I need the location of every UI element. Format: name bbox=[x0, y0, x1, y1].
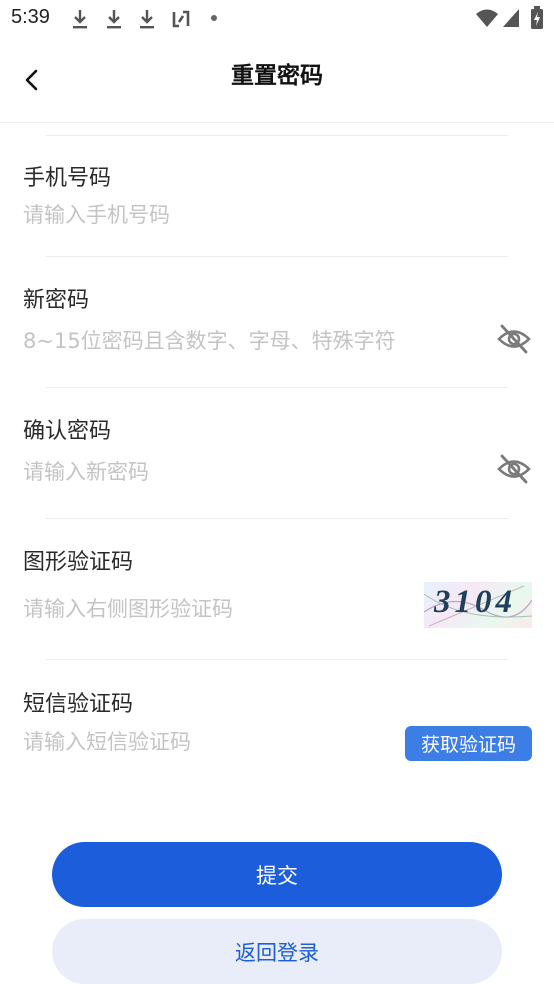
back-to-login-button[interactable]: 返回登录 bbox=[52, 919, 502, 984]
divider bbox=[46, 256, 508, 257]
download-icon bbox=[73, 10, 87, 29]
submit-button[interactable]: 提交 bbox=[52, 842, 502, 907]
phone-input[interactable] bbox=[23, 198, 463, 232]
sync-icon bbox=[172, 10, 190, 28]
eye-off-icon bbox=[497, 324, 531, 354]
confirm-password-visibility-toggle[interactable] bbox=[496, 451, 532, 487]
captcha-label: 图形验证码 bbox=[23, 550, 134, 575]
sms-code-input[interactable] bbox=[23, 725, 393, 759]
wifi-icon bbox=[476, 9, 498, 27]
download-icon bbox=[107, 10, 121, 29]
phone-label: 手机号码 bbox=[23, 166, 112, 191]
download-icon bbox=[140, 10, 154, 29]
new-password-input[interactable] bbox=[23, 324, 483, 358]
battery-charging-icon bbox=[531, 6, 543, 29]
divider bbox=[46, 135, 508, 136]
status-time: 5:39 bbox=[11, 6, 50, 28]
header: 重置密码 bbox=[0, 38, 554, 123]
divider bbox=[46, 518, 508, 519]
signal-icon bbox=[503, 9, 519, 27]
status-bar: 5:39 bbox=[0, 0, 554, 38]
eye-off-icon bbox=[497, 454, 531, 484]
divider bbox=[46, 659, 508, 660]
dot-icon bbox=[211, 15, 217, 21]
get-sms-code-button[interactable]: 获取验证码 bbox=[405, 726, 532, 761]
captcha-text: 3104 bbox=[434, 584, 516, 620]
new-password-label: 新密码 bbox=[23, 288, 90, 313]
divider bbox=[46, 387, 508, 388]
sms-label: 短信验证码 bbox=[23, 692, 134, 717]
captcha-input[interactable] bbox=[23, 592, 403, 626]
page-title: 重置密码 bbox=[231, 63, 323, 89]
captcha-image[interactable]: 3104 bbox=[424, 582, 532, 628]
confirm-password-label: 确认密码 bbox=[23, 419, 112, 444]
confirm-password-input[interactable] bbox=[23, 455, 463, 489]
new-password-visibility-toggle[interactable] bbox=[496, 321, 532, 357]
